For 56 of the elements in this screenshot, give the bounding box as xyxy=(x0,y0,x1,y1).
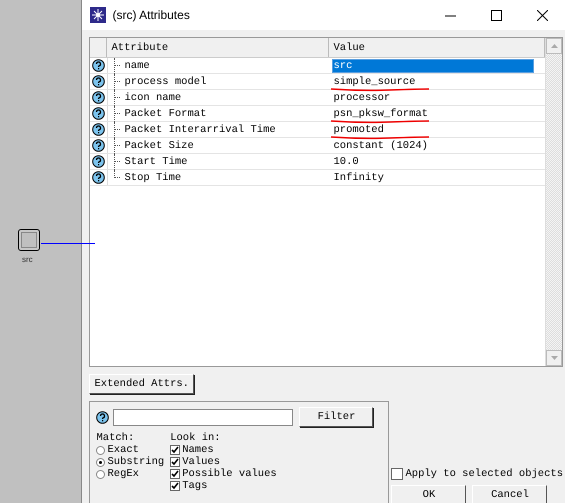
help-icon[interactable] xyxy=(92,91,106,104)
maximize-icon[interactable] xyxy=(490,10,502,20)
checkbox-label[interactable]: Names xyxy=(182,444,214,456)
attribute-name: name xyxy=(124,60,150,72)
attribute-value[interactable]: 10.0 xyxy=(333,156,359,168)
link-line xyxy=(41,243,95,244)
checkbox[interactable] xyxy=(170,481,180,491)
help-icon[interactable] xyxy=(92,123,106,136)
attribute-value[interactable]: simple_source xyxy=(333,76,416,88)
extended-attrs-button[interactable]: Extended Attrs. xyxy=(89,374,194,394)
help-icon[interactable] xyxy=(92,155,106,168)
help-icon[interactable] xyxy=(92,171,106,184)
attribute-name: icon name xyxy=(124,92,182,104)
app-icon xyxy=(90,7,106,23)
radio-button[interactable] xyxy=(96,458,106,466)
match-label: Match: xyxy=(96,432,136,444)
attribute-value[interactable]: processor xyxy=(333,92,390,104)
dialog-button[interactable]: Cancel xyxy=(472,485,548,503)
help-icon[interactable] xyxy=(96,410,110,424)
attribute-value[interactable]: psn_pksw_format xyxy=(333,108,428,120)
checkbox[interactable] xyxy=(170,457,180,467)
checkbox[interactable] xyxy=(170,469,180,479)
help-icon[interactable] xyxy=(92,107,106,120)
radio-label[interactable]: RegEx xyxy=(107,468,139,480)
checkbox[interactable] xyxy=(391,468,404,480)
node-label: src xyxy=(22,255,33,264)
filter-button[interactable]: Filter xyxy=(299,407,374,427)
attribute-value[interactable]: promoted xyxy=(333,124,384,136)
attribute-name: Packet Size xyxy=(124,140,194,152)
node-icon[interactable] xyxy=(18,229,40,251)
look-in-label: Look in: xyxy=(170,432,222,444)
checkbox-label[interactable]: Tags xyxy=(182,480,208,492)
attribute-name: Packet Format xyxy=(124,108,206,120)
radio-label[interactable]: Substring xyxy=(107,456,164,468)
attribute-name: Packet Interarrival Time xyxy=(124,124,276,136)
attribute-value[interactable]: src xyxy=(333,60,534,72)
checkbox-label[interactable]: Possible values xyxy=(182,468,277,480)
checkbox[interactable] xyxy=(170,445,180,455)
help-icon[interactable] xyxy=(92,59,106,72)
filter-field[interactable] xyxy=(113,408,294,426)
help-icon[interactable] xyxy=(92,139,106,152)
checkbox-label[interactable]: Apply to selected objects xyxy=(405,468,563,480)
checkbox-label[interactable]: Values xyxy=(182,456,220,468)
attribute-name: process model xyxy=(124,76,206,88)
attribute-value[interactable]: Infinity xyxy=(333,172,384,184)
radio-button[interactable] xyxy=(96,446,106,454)
radio-label[interactable]: Exact xyxy=(107,444,139,456)
attribute-name: Start Time xyxy=(124,156,188,168)
close-icon[interactable] xyxy=(536,10,548,20)
dialog-button[interactable]: OK xyxy=(391,485,466,503)
radio-button[interactable] xyxy=(96,470,106,478)
attribute-name: Stop Time xyxy=(124,172,182,184)
column-header[interactable]: Attribute xyxy=(107,38,330,57)
help-icon[interactable] xyxy=(92,75,106,88)
attribute-value[interactable]: constant (1024) xyxy=(333,140,428,152)
window-title: (src) Attributes xyxy=(112,8,191,22)
